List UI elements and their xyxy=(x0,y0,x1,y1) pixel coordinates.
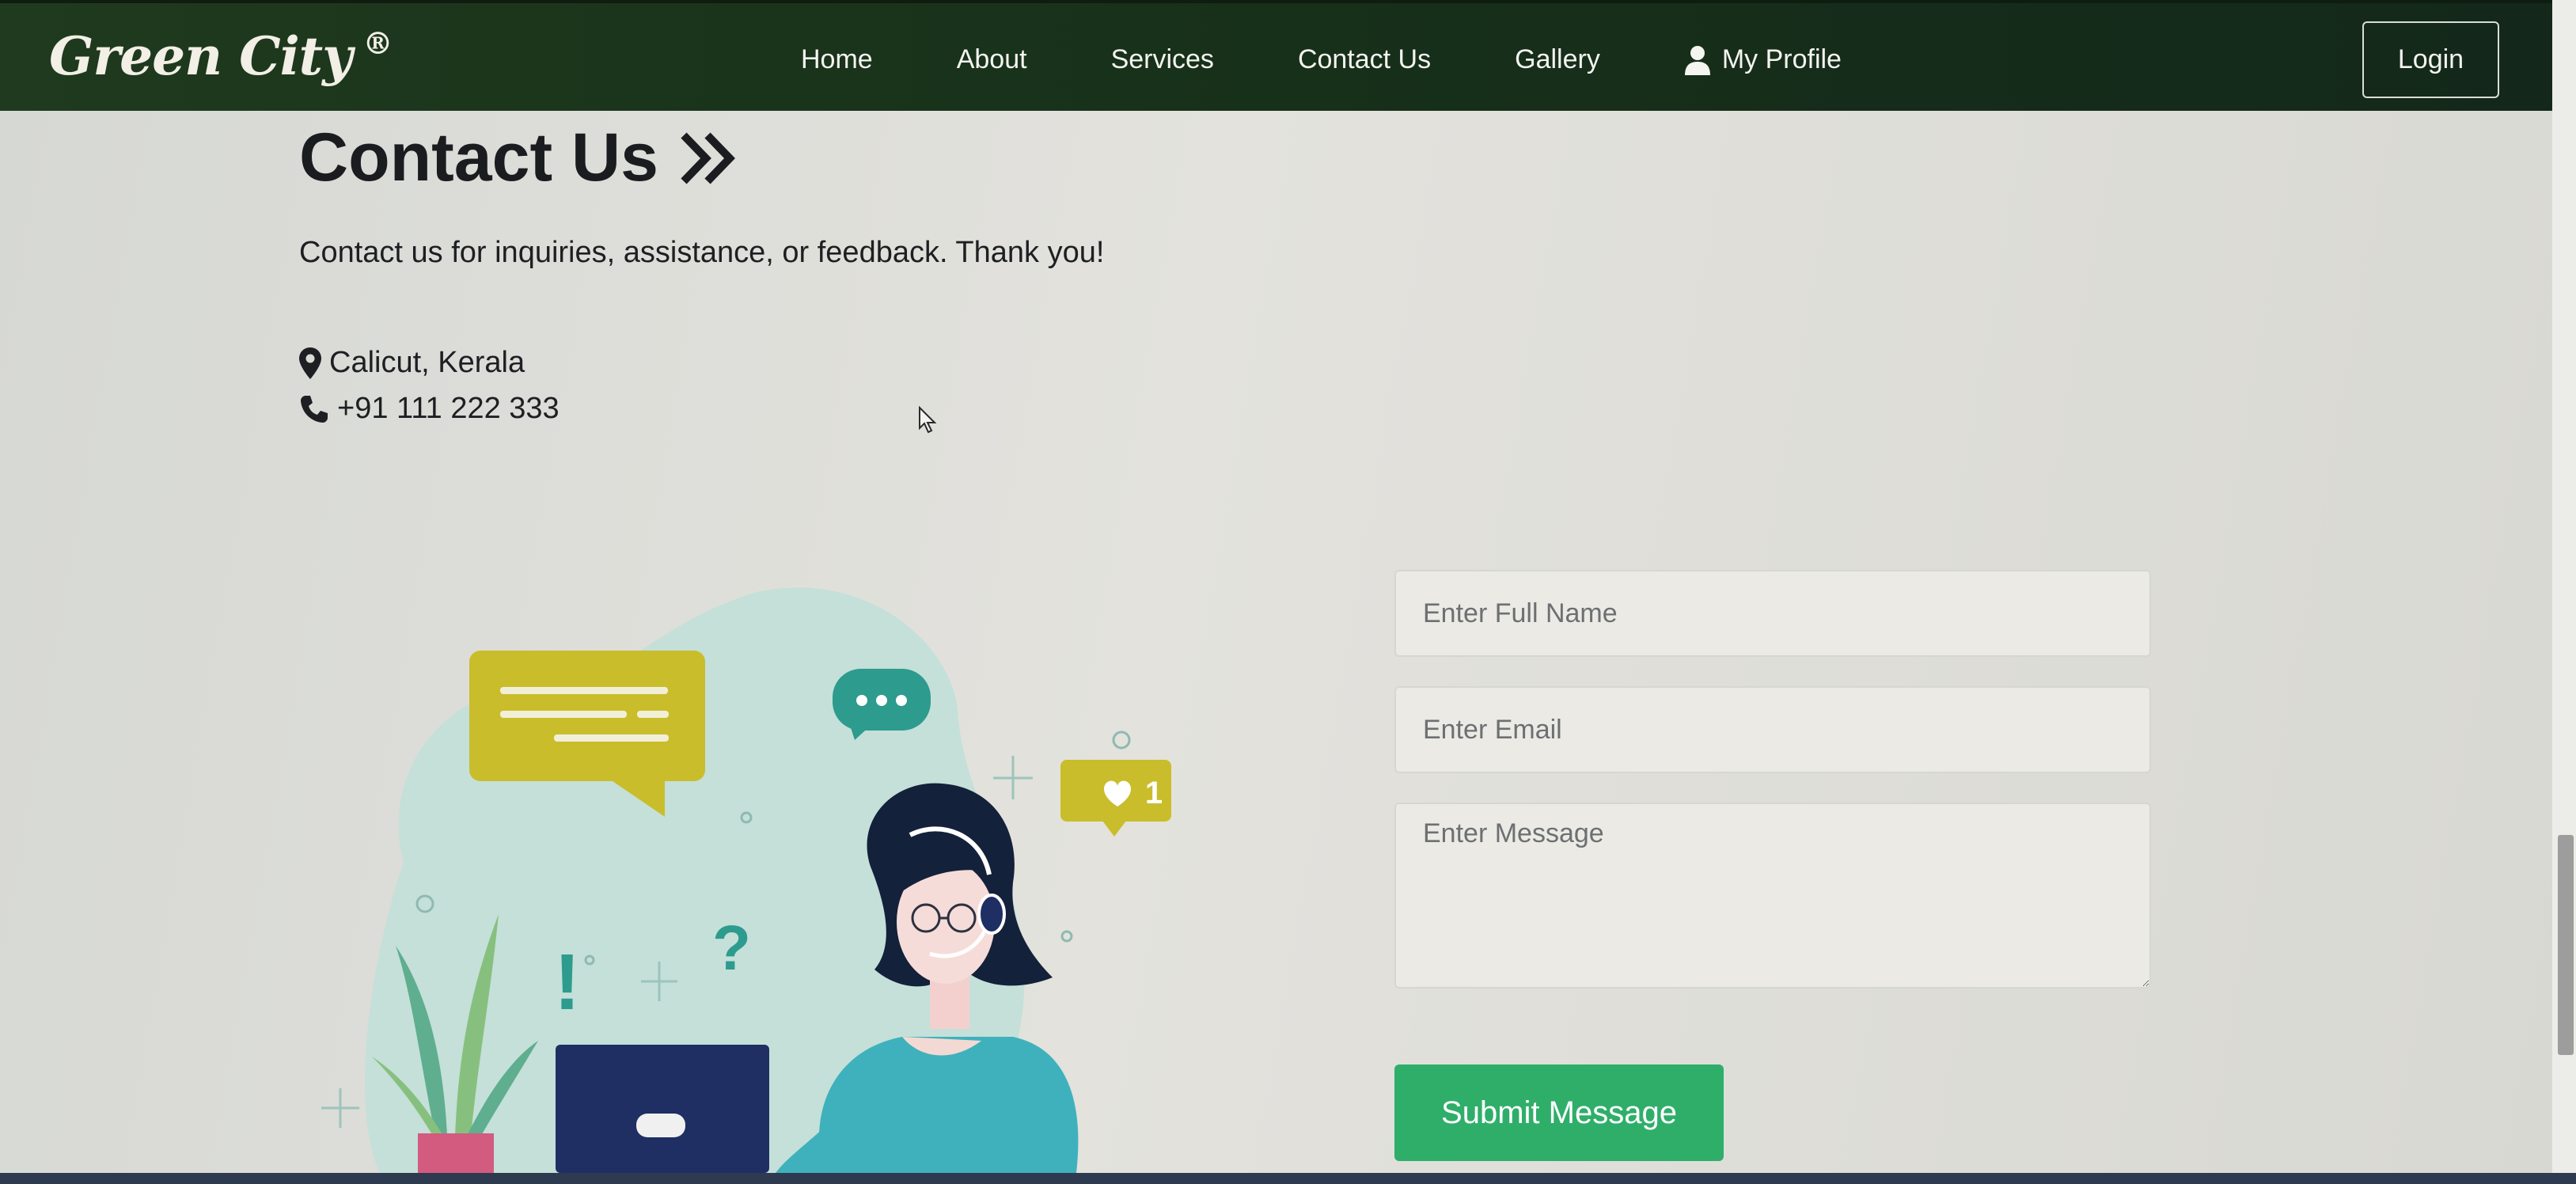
nav-link-services[interactable]: Services xyxy=(1111,44,1214,75)
page-title: Contact Us xyxy=(299,119,736,197)
support-agent-illustration: 1 ! ? xyxy=(321,587,1171,1173)
full-name-input[interactable] xyxy=(1394,570,2151,657)
brand-logo[interactable]: Green City ® xyxy=(49,25,393,87)
navbar: Green City ® Home About Services Contact … xyxy=(0,0,2552,111)
brand-name: Green City xyxy=(49,25,353,87)
map-pin-icon xyxy=(299,347,321,379)
scrollbar-thumb[interactable] xyxy=(2558,835,2574,1055)
nav-link-contact-us[interactable]: Contact Us xyxy=(1298,44,1431,75)
phone-text: +91 111 222 333 xyxy=(337,392,560,425)
phone-line: +91 111 222 333 xyxy=(299,392,560,426)
nav-link-gallery[interactable]: Gallery xyxy=(1515,44,1600,75)
like-count: 1 xyxy=(1145,776,1163,810)
nav-link-about[interactable]: About xyxy=(957,44,1027,75)
chevrons-right-icon xyxy=(681,132,735,184)
laptop-icon xyxy=(556,1045,769,1173)
mouse-cursor-icon xyxy=(919,406,937,434)
svg-text:!: ! xyxy=(554,938,580,1027)
my-profile-label: My Profile xyxy=(1721,44,1842,74)
nav-links: Home About Services Contact Us Gallery M… xyxy=(801,44,1842,75)
user-icon xyxy=(1684,45,1710,75)
location-text: Calicut, Kerala xyxy=(329,346,525,379)
email-input[interactable] xyxy=(1394,686,2151,773)
nav-link-home[interactable]: Home xyxy=(801,44,873,75)
like-bubble-icon: 1 xyxy=(1060,760,1171,837)
message-textarea[interactable] xyxy=(1394,803,2151,989)
registered-mark: ® xyxy=(362,25,393,61)
login-button[interactable]: Login xyxy=(2362,21,2499,98)
page-title-text: Contact Us xyxy=(299,120,658,195)
nav-link-my-profile[interactable]: My Profile xyxy=(1684,44,1842,75)
svg-text:?: ? xyxy=(712,913,751,983)
submit-message-button[interactable]: Submit Message xyxy=(1394,1064,1724,1161)
contact-intro: Contact us for inquiries, assistance, or… xyxy=(299,236,1105,269)
os-taskbar xyxy=(0,1173,2576,1184)
location-line: Calicut, Kerala xyxy=(299,346,525,380)
phone-icon xyxy=(301,395,328,423)
